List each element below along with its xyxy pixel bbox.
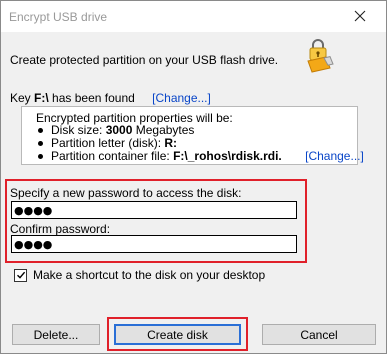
close-button[interactable] [338,3,382,29]
window-title: Encrypt USB drive [9,10,108,24]
close-icon [354,10,366,22]
confirm-password-input[interactable] [11,235,297,253]
key-found-row: Key F:\ has been found [Change...] [10,91,211,105]
shortcut-option: Make a shortcut to the disk on your desk… [14,268,265,282]
create-disk-button[interactable]: Create disk [114,324,241,345]
bullet-icon [38,140,43,146]
shortcut-checkbox[interactable] [14,268,27,282]
change-key-link[interactable]: [Change...] [152,91,211,105]
disk-size-label: Disk size: [51,123,103,137]
usb-key-icon [307,39,334,73]
password-label: Specify a new password to access the dis… [10,186,242,200]
partition-letter-label: Partition letter (disk): [51,136,162,150]
confirm-password-label: Confirm password: [10,222,111,236]
bullet-icon [38,153,43,159]
dialog-subtitle: Create protected partition on your USB f… [10,53,279,67]
delete-button[interactable]: Delete... [12,324,100,345]
property-container-file: Partition container file: F:\_rohos\rdis… [36,150,364,163]
disk-size-unit: Megabytes [135,123,195,137]
partition-letter-value: R: [164,136,178,150]
key-drive: F:\ [34,91,49,105]
partition-properties-box: Encrypted partition properties will be: … [21,106,364,165]
disk-size-value: 3000 [105,123,133,137]
checkmark-icon [16,271,25,279]
key-prefix: Key [10,91,31,105]
container-label: Partition container file: [51,149,170,163]
bullet-icon [38,127,43,133]
cancel-button[interactable]: Cancel [262,324,376,345]
password-input[interactable] [11,201,297,219]
key-suffix: has been found [52,91,135,105]
change-container-link[interactable]: [Change...] [305,149,364,163]
container-value: F:\_rohos\rdisk.rdi. [173,149,282,163]
title-bar: Encrypt USB drive [1,1,386,32]
shortcut-label: Make a shortcut to the disk on your desk… [33,268,266,282]
properties-list: Disk size: 3000 Megabytes Partition lett… [36,124,364,163]
encrypt-usb-dialog: Encrypt USB drive Create protected parti… [0,0,387,354]
